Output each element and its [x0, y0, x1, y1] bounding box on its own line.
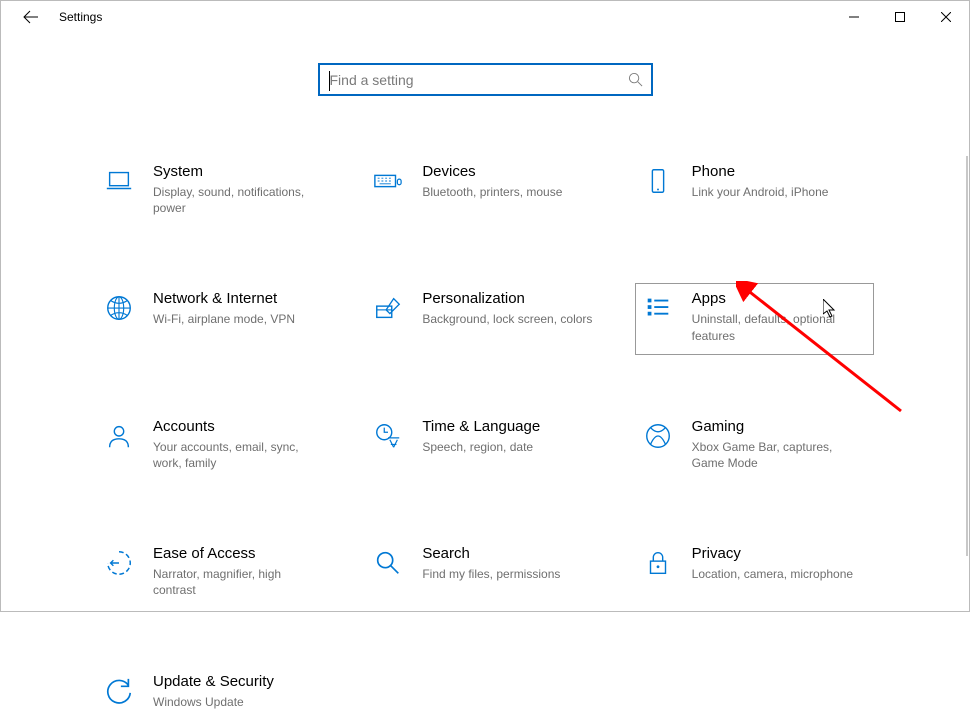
window-title: Settings	[59, 10, 102, 24]
category-desc: Background, lock screen, colors	[422, 311, 595, 327]
category-accounts[interactable]: Accounts Your accounts, email, sync, work…	[96, 411, 335, 482]
category-devices[interactable]: Devices Bluetooth, printers, mouse	[365, 156, 604, 227]
maximize-icon	[895, 12, 905, 22]
back-button[interactable]	[11, 1, 51, 33]
category-text: Update & Security Windows Update	[153, 673, 326, 710]
category-desc: Your accounts, email, sync, work, family	[153, 439, 326, 471]
category-text: Time & Language Speech, region, date	[422, 418, 595, 455]
category-title: Network & Internet	[153, 290, 326, 307]
category-ease[interactable]: Ease of Access Narrator, magnifier, high …	[96, 538, 335, 609]
category-personalization[interactable]: Personalization Background, lock screen, …	[365, 283, 604, 354]
laptop-icon	[103, 165, 135, 197]
gaming-icon	[642, 420, 674, 452]
apps-icon	[642, 292, 674, 324]
category-apps[interactable]: Apps Uninstall, defaults, optional featur…	[635, 283, 874, 354]
category-gaming[interactable]: Gaming Xbox Game Bar, captures, Game Mode	[635, 411, 874, 482]
category-title: Gaming	[692, 418, 865, 435]
category-desc: Location, camera, microphone	[692, 566, 865, 582]
category-phone[interactable]: Phone Link your Android, iPhone	[635, 156, 874, 227]
category-network[interactable]: Network & Internet Wi-Fi, airplane mode, …	[96, 283, 335, 354]
category-text: Personalization Background, lock screen, …	[422, 290, 595, 327]
window-controls	[831, 1, 969, 33]
category-desc: Find my files, permissions	[422, 566, 595, 582]
phone-icon	[642, 165, 674, 197]
person-icon	[103, 420, 135, 452]
category-title: System	[153, 163, 326, 180]
category-privacy[interactable]: Privacy Location, camera, microphone	[635, 538, 874, 609]
close-icon	[941, 12, 951, 22]
minimize-button[interactable]	[831, 1, 877, 33]
category-title: Phone	[692, 163, 865, 180]
minimize-icon	[849, 12, 859, 22]
category-title: Accounts	[153, 418, 326, 435]
category-text: Gaming Xbox Game Bar, captures, Game Mode	[692, 418, 865, 471]
category-title: Ease of Access	[153, 545, 326, 562]
ease-icon	[103, 547, 135, 579]
category-text: Search Find my files, permissions	[422, 545, 595, 582]
search-input[interactable]	[328, 71, 628, 89]
category-title: Apps	[692, 290, 865, 307]
category-desc: Narrator, magnifier, high contrast	[153, 566, 326, 598]
search-cat-icon	[372, 547, 404, 579]
paint-icon	[372, 292, 404, 324]
categories-grid: System Display, sound, notifications, pow…	[96, 156, 874, 721]
category-desc: Xbox Game Bar, captures, Game Mode	[692, 439, 865, 471]
arrow-left-icon	[23, 9, 39, 25]
update-icon	[103, 675, 135, 707]
keyboard-icon	[372, 165, 404, 197]
search-icon	[628, 72, 643, 87]
category-title: Time & Language	[422, 418, 595, 435]
category-title: Devices	[422, 163, 595, 180]
category-text: Network & Internet Wi-Fi, airplane mode, …	[153, 290, 326, 327]
category-desc: Display, sound, notifications, power	[153, 184, 326, 216]
text-caret	[329, 71, 330, 91]
category-text: Ease of Access Narrator, magnifier, high …	[153, 545, 326, 598]
category-text: Apps Uninstall, defaults, optional featur…	[692, 290, 865, 343]
category-text: System Display, sound, notifications, pow…	[153, 163, 326, 216]
time-lang-icon	[372, 420, 404, 452]
category-system[interactable]: System Display, sound, notifications, pow…	[96, 156, 335, 227]
category-desc: Windows Update	[153, 694, 326, 710]
category-update[interactable]: Update & Security Windows Update	[96, 666, 335, 721]
category-desc: Link your Android, iPhone	[692, 184, 865, 200]
search-box[interactable]	[318, 63, 653, 96]
category-desc: Bluetooth, printers, mouse	[422, 184, 595, 200]
category-title: Personalization	[422, 290, 595, 307]
category-search[interactable]: Search Find my files, permissions	[365, 538, 604, 609]
globe-icon	[103, 292, 135, 324]
category-text: Phone Link your Android, iPhone	[692, 163, 865, 200]
category-desc: Speech, region, date	[422, 439, 595, 455]
category-text: Accounts Your accounts, email, sync, work…	[153, 418, 326, 471]
category-title: Update & Security	[153, 673, 326, 690]
category-time[interactable]: Time & Language Speech, region, date	[365, 411, 604, 482]
maximize-button[interactable]	[877, 1, 923, 33]
category-title: Privacy	[692, 545, 865, 562]
category-desc: Uninstall, defaults, optional features	[692, 311, 865, 343]
search-row	[1, 63, 969, 96]
category-text: Devices Bluetooth, printers, mouse	[422, 163, 595, 200]
close-button[interactable]	[923, 1, 969, 33]
category-title: Search	[422, 545, 595, 562]
category-text: Privacy Location, camera, microphone	[692, 545, 865, 582]
titlebar: Settings	[1, 1, 969, 33]
scrollbar[interactable]	[966, 156, 968, 556]
category-desc: Wi-Fi, airplane mode, VPN	[153, 311, 326, 327]
lock-icon	[642, 547, 674, 579]
